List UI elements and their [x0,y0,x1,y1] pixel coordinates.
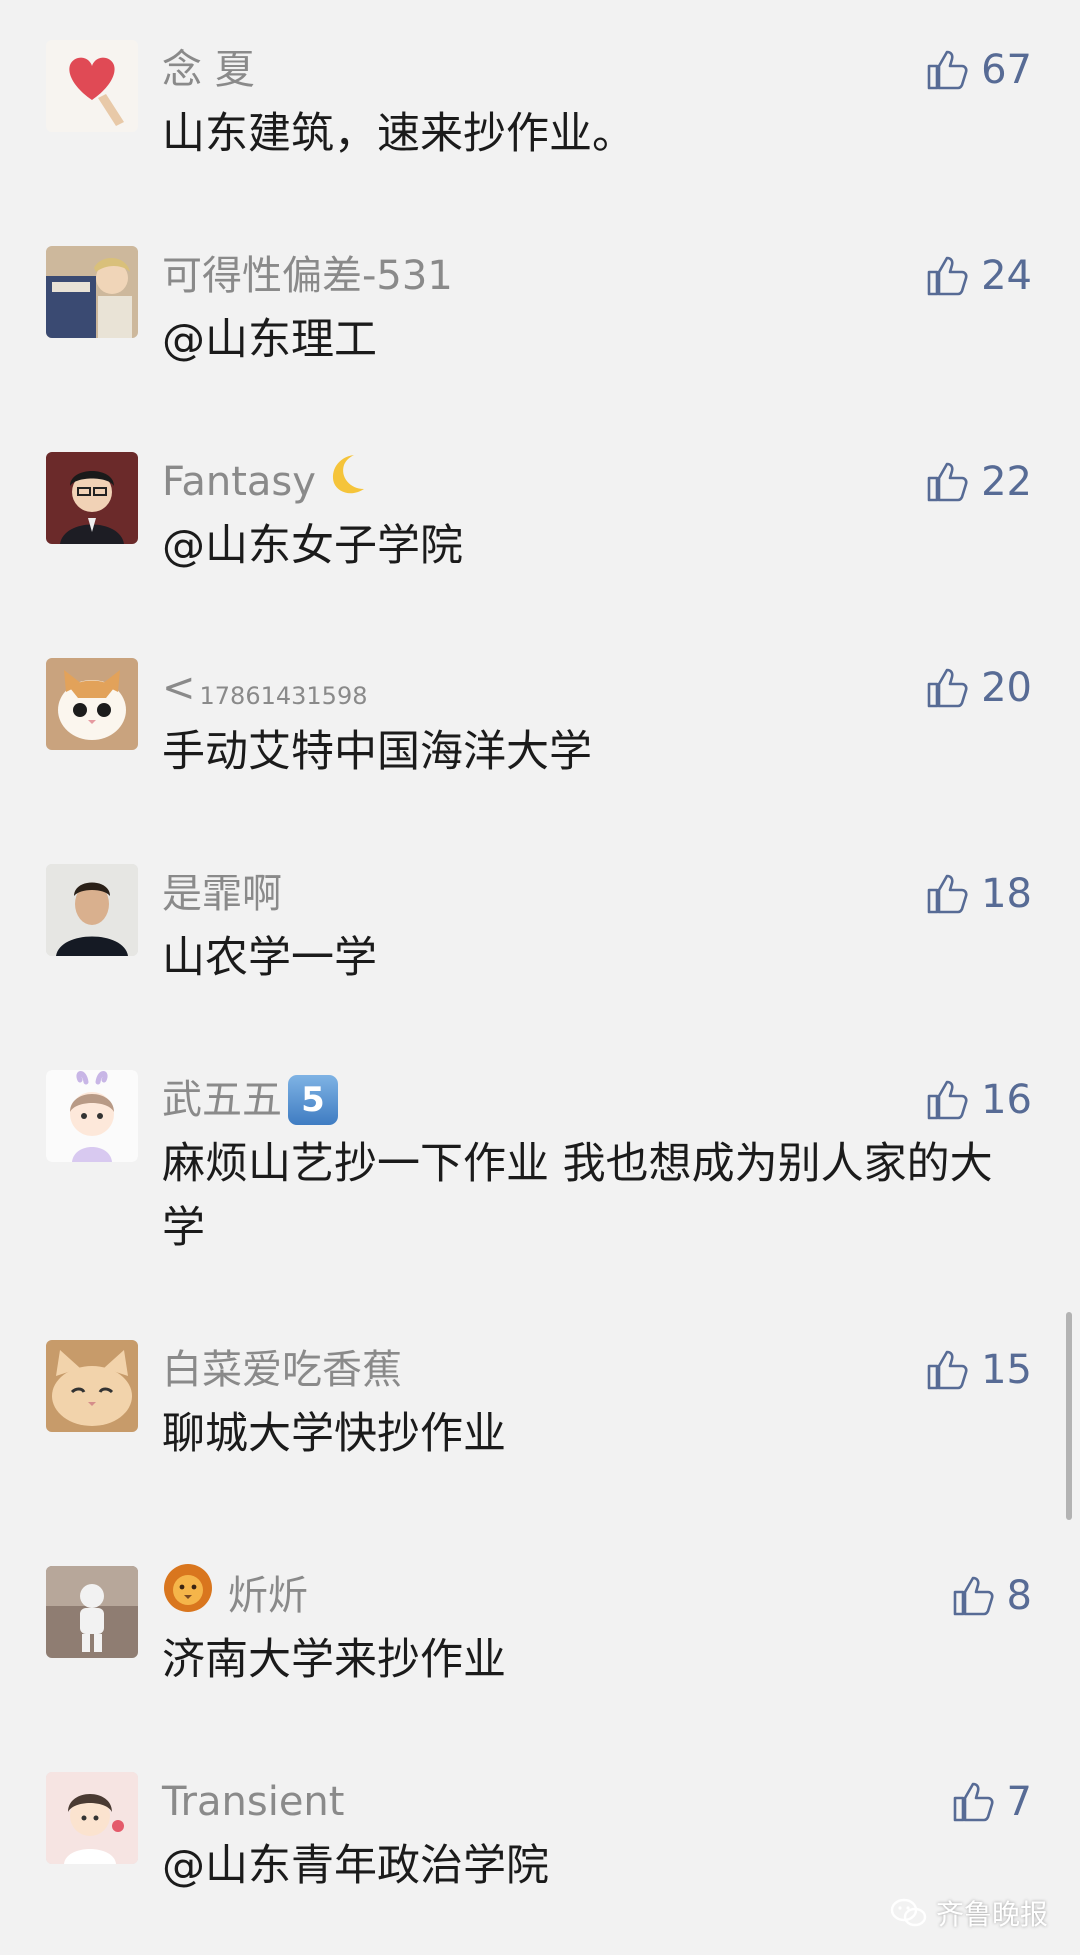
comment-username[interactable]: Fantasy [162,452,372,512]
watermark-text: 齐鲁晚报 [935,1898,1048,1931]
like-button[interactable]: 16 [925,1070,1032,1130]
thumbs-up-icon [927,50,968,90]
lion-emoji-icon [162,1562,214,1631]
scrollbar[interactable] [1066,1312,1072,1520]
like-button[interactable]: 67 [925,40,1032,100]
thumbs-up-icon [927,1350,968,1390]
comment-username[interactable]: 可得性偏差-531 [162,246,453,306]
like-count: 7 [1006,1779,1032,1825]
wechat-icon [890,1898,927,1927]
thumbs-up-icon [927,256,968,296]
comment-text: 济南大学来抄作业 [162,1635,506,1685]
like-count: 8 [1006,1573,1032,1619]
like-count: 22 [981,459,1032,505]
comment-username[interactable]: < 17861431598 [162,658,367,718]
avatar[interactable] [46,658,138,750]
comment-username[interactable]: 是霏啊 [162,864,282,924]
avatar[interactable] [46,864,138,956]
comment-text: 山东建筑，速来抄作业。 [162,109,635,159]
like-button[interactable]: 8 [951,1566,1032,1626]
like-count: 20 [981,665,1032,711]
like-button[interactable]: 15 [925,1340,1032,1400]
like-count: 24 [981,253,1032,299]
like-count: 18 [981,871,1032,917]
avatar[interactable] [46,40,138,132]
comment-text: @山东理工 [162,315,377,365]
thumbs-up-icon [927,462,968,502]
like-count: 15 [981,1347,1032,1393]
comment-username[interactable]: 武五五 5 [162,1070,338,1130]
avatar[interactable] [46,452,138,544]
like-count: 16 [981,1077,1032,1123]
comment-text: @山东女子学院 [162,521,463,571]
comment-username[interactable]: 白菜爱吃香蕉 [162,1340,402,1400]
watermark: 齐鲁晚报 [890,1893,1048,1933]
avatar[interactable] [46,1070,138,1162]
avatar[interactable] [46,1772,138,1864]
like-count: 67 [981,47,1032,93]
comment-username[interactable]: Transient [162,1772,344,1832]
avatar[interactable] [46,1566,138,1658]
comment-text: @山东青年政治学院 [162,1841,549,1891]
like-button[interactable]: 24 [925,246,1032,306]
like-button[interactable]: 7 [951,1772,1032,1832]
thumbs-up-icon [927,874,968,914]
avatar[interactable] [46,1340,138,1432]
keycap-five-badge: 5 [288,1075,338,1125]
like-button[interactable]: 22 [925,452,1032,512]
thumbs-up-icon [953,1782,994,1822]
thumbs-up-icon [927,1080,968,1120]
comment-text: 麻烦山艺抄一下作业 我也想成为别人家的大学 [162,1139,993,1253]
comment-username[interactable]: 炘炘 [162,1563,308,1626]
comment-text: 山农学一学 [162,933,377,983]
comment-text: 聊城大学快抄作业 [162,1409,506,1459]
like-button[interactable]: 20 [925,658,1032,718]
thumbs-up-icon [953,1576,994,1616]
comment-username[interactable]: 念 夏 [162,40,255,100]
moon-emoji-icon [322,449,372,516]
comment-text: 手动艾特中国海洋大学 [162,727,592,777]
like-button[interactable]: 18 [925,864,1032,924]
avatar[interactable] [46,246,138,338]
thumbs-up-icon [927,668,968,708]
